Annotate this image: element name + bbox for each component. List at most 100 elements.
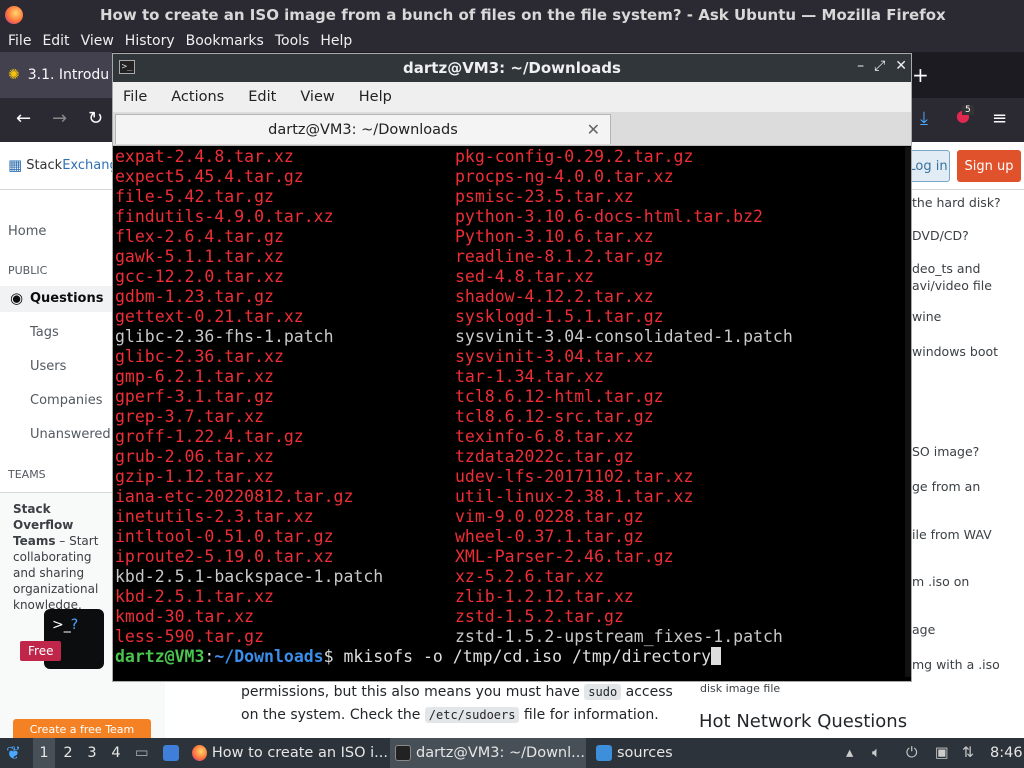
file-entry-archive: shadow-4.12.2.tar.xz (455, 287, 654, 306)
answer-body: permissions, but this also means you mus… (165, 682, 912, 738)
related-link[interactable]: wine (912, 308, 941, 325)
file-entry-archive: iproute2-5.19.0.tar.xz (115, 547, 334, 566)
nav-companies[interactable]: Companies (30, 393, 103, 408)
tab-favicon-icon: ✺ (8, 67, 20, 83)
maximize-icon[interactable]: ⤢ (874, 58, 885, 74)
related-link[interactable]: deo_ts and (912, 260, 980, 277)
answer-line-2: on the system. Check the /etc/sudoers fi… (241, 707, 659, 723)
stackexchange-logo[interactable]: ▦ Stack Exchange (8, 156, 126, 174)
app-menu-icon[interactable]: ❦ (6, 738, 21, 768)
nav-home[interactable]: Home (8, 224, 46, 239)
globe-icon: ◉ (10, 289, 24, 307)
file-entry-archive: inetutils-2.3.tar.xz (115, 507, 314, 526)
terminal-menu-view[interactable]: View (300, 89, 334, 105)
related-link[interactable]: age (912, 621, 935, 638)
related-link[interactable]: ile from WAV (912, 526, 992, 543)
file-entry-archive: gdbm-1.23.tar.gz (115, 287, 274, 306)
file-entry-patch: kbd-2.5.1-backspace-1.patch (115, 567, 384, 586)
related-link[interactable]: m .iso on (912, 573, 969, 590)
related-link[interactable]: SO image? (912, 443, 979, 460)
logo-text-a: Stack (26, 157, 63, 173)
terminal-output[interactable]: expat-2.4.8.tar.xz expect5.45.4.tar.gz fil… (113, 147, 911, 677)
nav-unanswered[interactable]: Unanswered (30, 427, 111, 442)
file-entry-archive: wheel-0.37.1.tar.gz (455, 527, 644, 546)
task-firefox[interactable]: How to create an ISO i... (192, 738, 388, 768)
network-icon[interactable]: ⇅ (962, 738, 974, 768)
task-terminal[interactable]: dartz@VM3: ~/Downl... (390, 738, 586, 768)
workspace-4[interactable]: 4 (105, 738, 127, 768)
hot-network-heading: Hot Network Questions (699, 711, 908, 732)
terminal-task-icon (395, 745, 411, 761)
file-entry-archive: grep-3.7.tar.xz (115, 407, 265, 426)
related-link[interactable]: windows boot (912, 343, 998, 360)
terminal-titlebar: dartz@VM3: ~/Downloads (113, 54, 911, 82)
file-entry-archive: tcl8.6.12-src.tar.gz (455, 407, 654, 426)
menu-file[interactable]: File (8, 33, 31, 49)
file-entry-archive: xz-5.2.6.tar.xz (455, 567, 605, 586)
menu-bookmarks[interactable]: Bookmarks (186, 33, 264, 49)
related-link[interactable]: ge from an (912, 478, 980, 495)
close-icon[interactable]: ✕ (895, 58, 907, 74)
nav-users[interactable]: Users (30, 359, 66, 374)
menu-tools[interactable]: Tools (275, 33, 310, 49)
tab-label: 3.1. Introdu (27, 67, 110, 83)
file-entry-archive: XML-Parser-2.46.tar.gz (455, 547, 674, 566)
power-icon[interactable]: ⏻ (906, 738, 917, 768)
related-link[interactable]: the hard disk? (912, 194, 1001, 211)
reload-icon[interactable]: ↻ (88, 108, 103, 129)
back-icon[interactable]: ← (16, 108, 31, 129)
terminal-menu-edit[interactable]: Edit (248, 89, 276, 105)
file-entry-archive: expect5.45.4.tar.gz (115, 167, 304, 186)
firefox-menubar: File Edit View History Bookmarks Tools H… (0, 30, 1024, 52)
volume-icon[interactable]: 🔈︎ (872, 738, 881, 768)
minimize-icon[interactable]: – (857, 58, 864, 74)
workspace-1[interactable]: 1 (33, 738, 55, 768)
file-entry-archive: vim-9.0.0228.tar.gz (455, 507, 644, 526)
task-files[interactable]: sources (596, 738, 673, 768)
shell-prompt-line[interactable]: dartz@VM3:~/Downloads$ mkisofs -o /tmp/c… (115, 647, 722, 667)
clock[interactable]: 8:46 (990, 738, 1023, 768)
clipboard-icon[interactable]: ▣ (935, 738, 949, 768)
prompt-path: ~/Downloads (214, 647, 324, 666)
inline-code: /etc/sudoers (424, 707, 520, 723)
nav-questions[interactable]: Questions (30, 291, 103, 306)
command-input[interactable]: mkisofs -o /tmp/cd.iso /tmp/directory (344, 647, 712, 666)
terminal-tab-label: dartz@VM3: ~/Downloads (268, 121, 458, 138)
menu-edit[interactable]: Edit (42, 33, 69, 49)
menu-view[interactable]: View (81, 33, 114, 49)
tab-close-icon[interactable]: ✕ (587, 120, 600, 139)
firefox-icon (5, 6, 23, 24)
show-desktop-icon[interactable]: ▭ (135, 738, 149, 768)
answer-text: access (621, 684, 673, 700)
downloads-badge: 5 (962, 105, 974, 115)
menu-help[interactable]: Help (320, 33, 352, 49)
login-button[interactable]: Log in (906, 150, 950, 182)
related-link[interactable]: mg with a .iso (912, 656, 1000, 673)
terminal-scrollbar[interactable] (905, 147, 911, 677)
terminal-tab[interactable]: dartz@VM3: ~/Downloads ✕ (115, 114, 611, 144)
tray-expand-icon[interactable]: ▴ (846, 738, 853, 768)
file-entry-archive: tzdata2022c.tar.gz (455, 447, 634, 466)
related-link[interactable]: disk image file (700, 682, 780, 695)
related-questions: the hard disk? DVD/CD? deo_ts and avi/vi… (912, 190, 1024, 738)
terminal-menu-actions[interactable]: Actions (171, 89, 224, 105)
new-tab-icon[interactable]: + (912, 52, 932, 98)
related-link[interactable]: avi/video file (912, 277, 992, 294)
file-entry-archive: findutils-4.9.0.tar.xz (115, 207, 334, 226)
terminal-menu-help[interactable]: Help (359, 89, 392, 105)
workspace-2[interactable]: 2 (57, 738, 79, 768)
desktop-icon[interactable] (163, 738, 184, 768)
downloads-icon[interactable]: ⤓ (920, 108, 928, 129)
folder-icon (596, 745, 612, 761)
related-link[interactable]: DVD/CD? (912, 227, 969, 244)
workspace-3[interactable]: 3 (81, 738, 103, 768)
browser-tab[interactable]: ✺ 3.1. Introdu (0, 52, 112, 98)
file-entry-archive: glibc-2.36.tar.xz (115, 347, 284, 366)
nav-tags[interactable]: Tags (30, 325, 59, 340)
terminal-menu-file[interactable]: File (123, 89, 147, 105)
hamburger-menu-icon[interactable]: ≡ (992, 108, 1007, 129)
signup-button[interactable]: Sign up (957, 150, 1021, 182)
menu-history[interactable]: History (125, 33, 175, 49)
file-entry-archive: util-linux-2.38.1.tar.xz (455, 487, 694, 506)
forward-icon[interactable]: → (52, 108, 67, 129)
